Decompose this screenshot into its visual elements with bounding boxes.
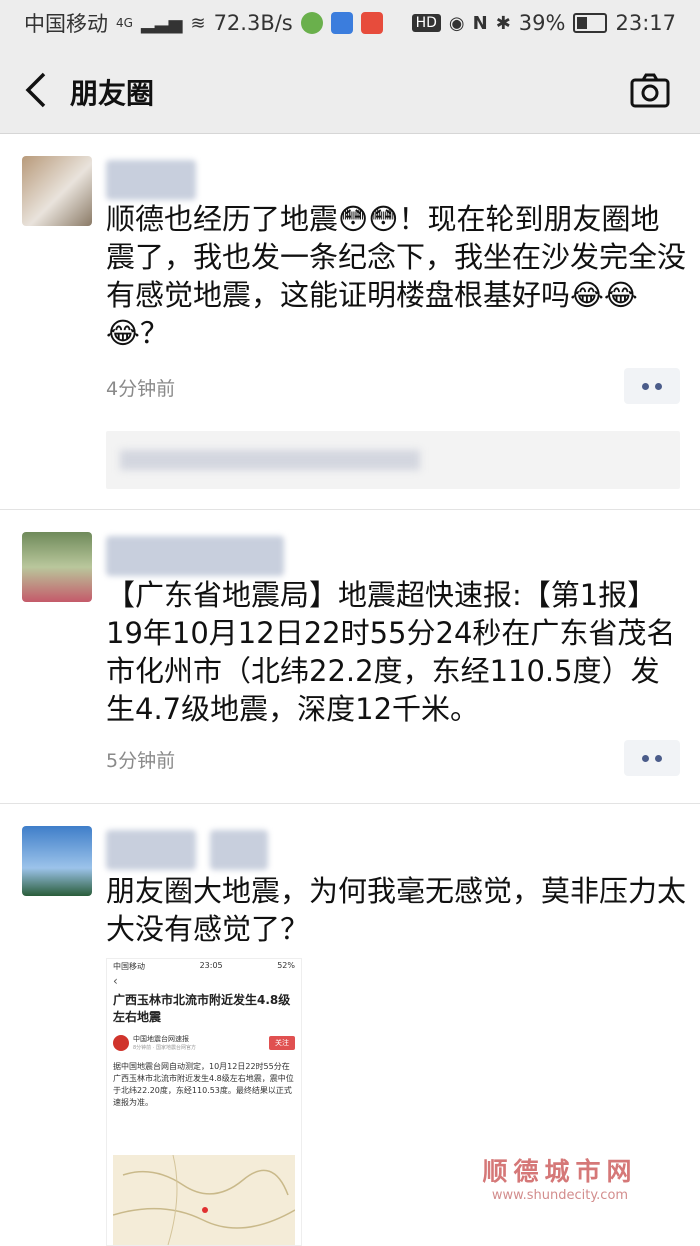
- camera-button[interactable]: [630, 72, 670, 108]
- image-status-bar: 中国移动 23:05 52%: [107, 959, 301, 974]
- comment-blurred: [120, 450, 420, 470]
- carrier-label: 中国移动: [24, 12, 108, 36]
- source-logo-icon: [113, 1034, 129, 1051]
- image-battery: 52%: [277, 961, 295, 970]
- speed-label: 72.3B/s: [213, 11, 293, 35]
- image-article-title: 广西玉林市北流市附近发生4.8级左右地震: [113, 993, 291, 1024]
- watermark-url: www.shundecity.com: [491, 1188, 629, 1203]
- image-back-icon: ‹: [113, 974, 118, 988]
- dot-icon: [642, 754, 649, 762]
- user-name-blurred[interactable]: [106, 536, 284, 576]
- moment-post: 顺德也经历了地震😳😳！现在轮到朋友圈地震了，我也发一条纪念下，我坐在沙发完全没有…: [0, 134, 700, 510]
- network-label: 4G: [116, 16, 133, 30]
- bluetooth-icon: ✱: [495, 12, 511, 34]
- eye-icon: ◉: [448, 12, 465, 34]
- chevron-left-icon: [25, 72, 46, 108]
- avatar[interactable]: [22, 156, 92, 226]
- nfc-icon: N: [472, 12, 488, 34]
- dot-icon: [642, 382, 649, 390]
- back-button[interactable]: [22, 68, 52, 112]
- image-time: 23:05: [199, 961, 223, 970]
- avatar[interactable]: [22, 826, 92, 896]
- app-icon: [330, 12, 353, 34]
- clock-label: 23:17: [615, 11, 676, 35]
- post-text: 【广东省地震局】地震超快速报:【第1报】19年10月12日22时55分24秒在广…: [106, 578, 676, 726]
- post-text: 顺德也经历了地震😳😳！现在轮到朋友圈地震了，我也发一条纪念下，我坐在沙发完全没有…: [106, 202, 687, 350]
- page-title: 朋友圈: [70, 77, 155, 110]
- signal-icon: ▂▃▅: [140, 12, 183, 34]
- post-text: 朋友圈大地震，为何我毫无感觉，莫非压力太大没有感觉了？: [106, 874, 687, 946]
- image-map: [113, 1155, 295, 1245]
- map-icon: [113, 1155, 295, 1245]
- image-source-sub: 8分钟前 · 国家地震台网官方: [133, 1045, 196, 1051]
- hd-icon: HD: [411, 14, 441, 32]
- user-name-blurred[interactable]: [106, 160, 196, 200]
- battery-icon: [573, 13, 608, 33]
- dot-icon: [655, 754, 662, 762]
- app-icon: [300, 12, 323, 34]
- app-icon: [360, 12, 383, 34]
- more-button[interactable]: [624, 368, 680, 404]
- status-bar: 中国移动 4G ▂▃▅ ≋ 72.3B/s HD ◉ N ✱ 39% 23:17: [0, 0, 700, 46]
- more-button[interactable]: [624, 740, 680, 776]
- post-image[interactable]: 中国移动 23:05 52% ‹ 广西玉林市北流市附近发生4.8级左右地震 中国…: [106, 958, 302, 1246]
- watermark: 顺德城市网 www.shundecity.com: [440, 1152, 680, 1203]
- dot-icon: [655, 382, 662, 390]
- wifi-icon: ≋: [190, 12, 206, 34]
- watermark-name: 顺德城市网: [482, 1157, 638, 1186]
- comment-area: [106, 431, 680, 489]
- image-carrier: 中国移动: [113, 962, 145, 971]
- user-name-blurred[interactable]: [210, 830, 268, 870]
- moment-post: 【广东省地震局】地震超快速报:【第1报】19年10月12日22时55分24秒在广…: [0, 510, 700, 804]
- user-name-blurred[interactable]: [106, 830, 196, 870]
- post-time: 4分钟前: [106, 378, 176, 400]
- battery-label: 39%: [518, 11, 566, 35]
- image-article-body: 据中国地震台网自动测定，10月12日22时55分在广西玉林市北流市附近发生4.8…: [113, 1062, 294, 1107]
- avatar[interactable]: [22, 532, 92, 602]
- post-time: 5分钟前: [106, 750, 176, 772]
- image-follow: 关注: [269, 1035, 295, 1050]
- camera-icon: [630, 73, 670, 108]
- image-source-row: 中国地震台网速报 8分钟前 · 国家地震台网官方 关注: [107, 1030, 301, 1055]
- nav-bar: 朋友圈: [0, 46, 700, 134]
- image-source: 中国地震台网速报: [133, 1035, 189, 1043]
